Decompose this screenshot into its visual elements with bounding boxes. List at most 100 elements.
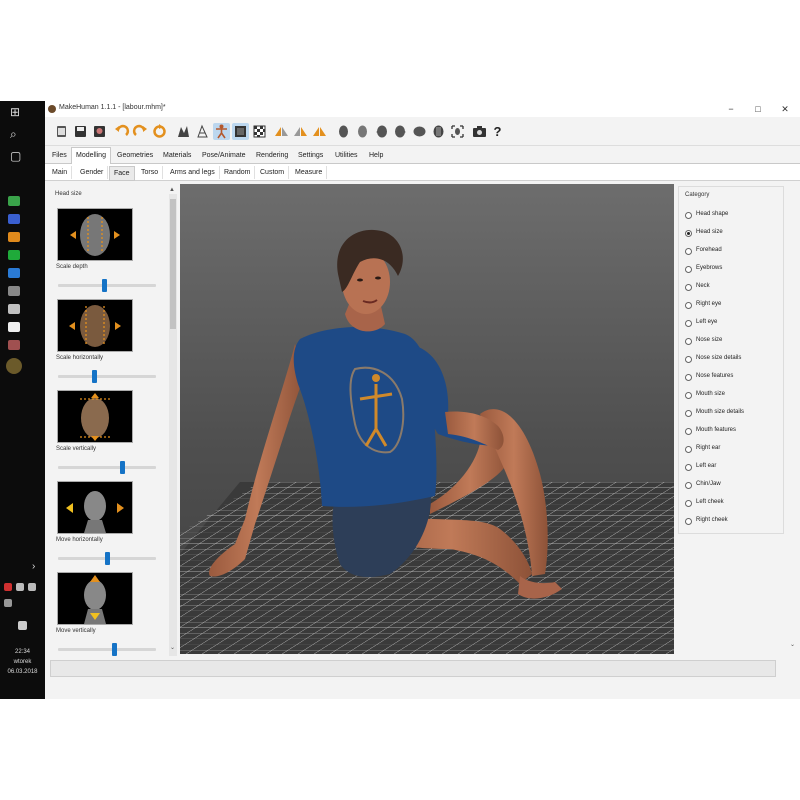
ie-icon[interactable] <box>8 268 20 278</box>
redo-icon[interactable] <box>132 123 149 140</box>
subtab-measure[interactable]: Measure <box>291 166 328 179</box>
subtab-arms-and-legs[interactable]: Arms and legs <box>166 166 220 179</box>
app-icon-7[interactable] <box>8 304 20 314</box>
radio-dot[interactable] <box>685 410 692 417</box>
symmetry-right-icon[interactable] <box>273 123 290 140</box>
symmetry-icon[interactable] <box>311 123 328 140</box>
right-view-icon[interactable] <box>392 123 409 140</box>
window-title: MakeHuman 1.1.1 - [labour.mhm]* <box>59 104 166 111</box>
tab-materials[interactable]: Materials <box>159 149 195 162</box>
windows-start-icon[interactable]: ⊞ <box>10 105 20 119</box>
app-icon-4[interactable] <box>8 250 20 260</box>
radio-dot[interactable] <box>685 464 692 471</box>
radio-dot[interactable] <box>685 284 692 291</box>
tray-chevron-icon[interactable]: › <box>32 561 35 572</box>
bottom-view-icon[interactable] <box>430 123 447 140</box>
maximize-button[interactable]: □ <box>745 103 771 115</box>
radio-dot[interactable] <box>685 266 692 273</box>
move-horizontally-slider[interactable] <box>58 552 156 565</box>
tab-settings[interactable]: Settings <box>294 149 327 162</box>
front-view-icon[interactable] <box>335 123 352 140</box>
reset-camera-icon[interactable] <box>449 123 466 140</box>
notification-icon[interactable] <box>18 621 27 630</box>
new-file-icon[interactable] <box>53 123 70 140</box>
3d-viewport[interactable] <box>180 184 674 654</box>
scale-depth-slider[interactable] <box>58 279 156 292</box>
tab-files[interactable]: Files <box>48 149 71 162</box>
pose-icon[interactable] <box>213 123 230 140</box>
taskbar-clock[interactable]: 22:34 wtorek 06.03.2018 <box>0 647 45 677</box>
subtab-random[interactable]: Random <box>220 166 256 179</box>
tab-utilities[interactable]: Utilities <box>331 149 362 162</box>
undo-icon[interactable] <box>113 123 130 140</box>
radio-dot[interactable] <box>685 338 692 345</box>
makehuman-taskbar-icon[interactable] <box>6 358 22 374</box>
screenshot-icon[interactable] <box>471 123 488 140</box>
help-icon[interactable]: ? <box>489 123 506 140</box>
radio-label: Chin/Jaw <box>696 481 721 487</box>
tray-network-icon[interactable] <box>16 583 24 591</box>
slider-handle[interactable] <box>105 552 111 565</box>
back-view-icon[interactable] <box>354 123 371 140</box>
radio-dot[interactable] <box>685 356 692 363</box>
vlc-icon[interactable] <box>8 232 20 242</box>
subtab-custom[interactable]: Custom <box>256 166 290 179</box>
move-vertically-slider[interactable] <box>58 643 156 656</box>
radio-dot[interactable] <box>685 446 692 453</box>
grid-icon[interactable] <box>251 123 268 140</box>
save-icon[interactable] <box>72 123 89 140</box>
wireframe-icon[interactable] <box>194 123 211 140</box>
radio-dot[interactable] <box>685 518 692 525</box>
symmetry-left-icon[interactable] <box>292 123 309 140</box>
scroll-down-arrow-icon[interactable]: ⌄ <box>170 644 175 651</box>
left-view-icon[interactable] <box>373 123 390 140</box>
slider-handle[interactable] <box>120 461 126 474</box>
subtab-torso[interactable]: Torso <box>137 166 164 179</box>
task-view-icon[interactable]: ▢ <box>10 149 21 163</box>
app-icon-8[interactable] <box>8 322 20 332</box>
tab-rendering[interactable]: Rendering <box>252 149 292 162</box>
search-icon[interactable]: ⌕ <box>10 127 17 142</box>
export-icon[interactable] <box>91 123 108 140</box>
app-icon-6[interactable] <box>8 286 20 296</box>
subtab-face[interactable]: Face <box>109 166 135 181</box>
tab-pose-animate[interactable]: Pose/Animate <box>198 149 250 162</box>
radio-label: Forehead <box>696 247 722 253</box>
slider-handle[interactable] <box>111 643 117 656</box>
radio-dot[interactable] <box>685 374 692 381</box>
app-icon-1[interactable] <box>8 196 20 206</box>
app-icon-2[interactable] <box>8 214 20 224</box>
tab-geometries[interactable]: Geometries <box>113 149 157 162</box>
close-button[interactable]: ✕ <box>772 103 798 115</box>
top-view-icon[interactable] <box>411 123 428 140</box>
volume-icon[interactable] <box>4 599 12 607</box>
slider-handle[interactable] <box>101 279 107 292</box>
right-scroll-down-icon[interactable]: ⌄ <box>790 641 795 648</box>
radio-dot[interactable] <box>685 500 692 507</box>
subtab-gender[interactable]: Gender <box>76 166 109 179</box>
tab-modelling[interactable]: Modelling <box>71 147 111 164</box>
subtab-main[interactable]: Main <box>48 166 73 179</box>
left-scrollbar-thumb[interactable] <box>170 199 176 329</box>
radio-dot[interactable] <box>685 248 692 255</box>
slider-label: Scale horizontally <box>56 355 104 361</box>
tab-help[interactable]: Help <box>365 149 387 162</box>
radio-dot[interactable] <box>685 320 692 327</box>
radio-dot[interactable] <box>685 230 692 237</box>
reset-icon[interactable] <box>151 123 168 140</box>
smooth-icon[interactable] <box>175 123 192 140</box>
scroll-up-arrow-icon[interactable]: ▲ <box>169 187 175 193</box>
radio-dot[interactable] <box>685 392 692 399</box>
radio-dot[interactable] <box>685 428 692 435</box>
scale-horizontally-slider[interactable] <box>58 370 156 383</box>
tray-icon-1[interactable] <box>4 583 12 591</box>
scale-vertically-slider[interactable] <box>58 461 156 474</box>
slider-handle[interactable] <box>92 370 98 383</box>
radio-dot[interactable] <box>685 482 692 489</box>
background-icon[interactable] <box>232 123 249 140</box>
radio-dot[interactable] <box>685 302 692 309</box>
tray-icon-3[interactable] <box>28 583 36 591</box>
radio-dot[interactable] <box>685 212 692 219</box>
app-icon-9[interactable] <box>8 340 20 350</box>
minimize-button[interactable]: − <box>718 103 744 115</box>
